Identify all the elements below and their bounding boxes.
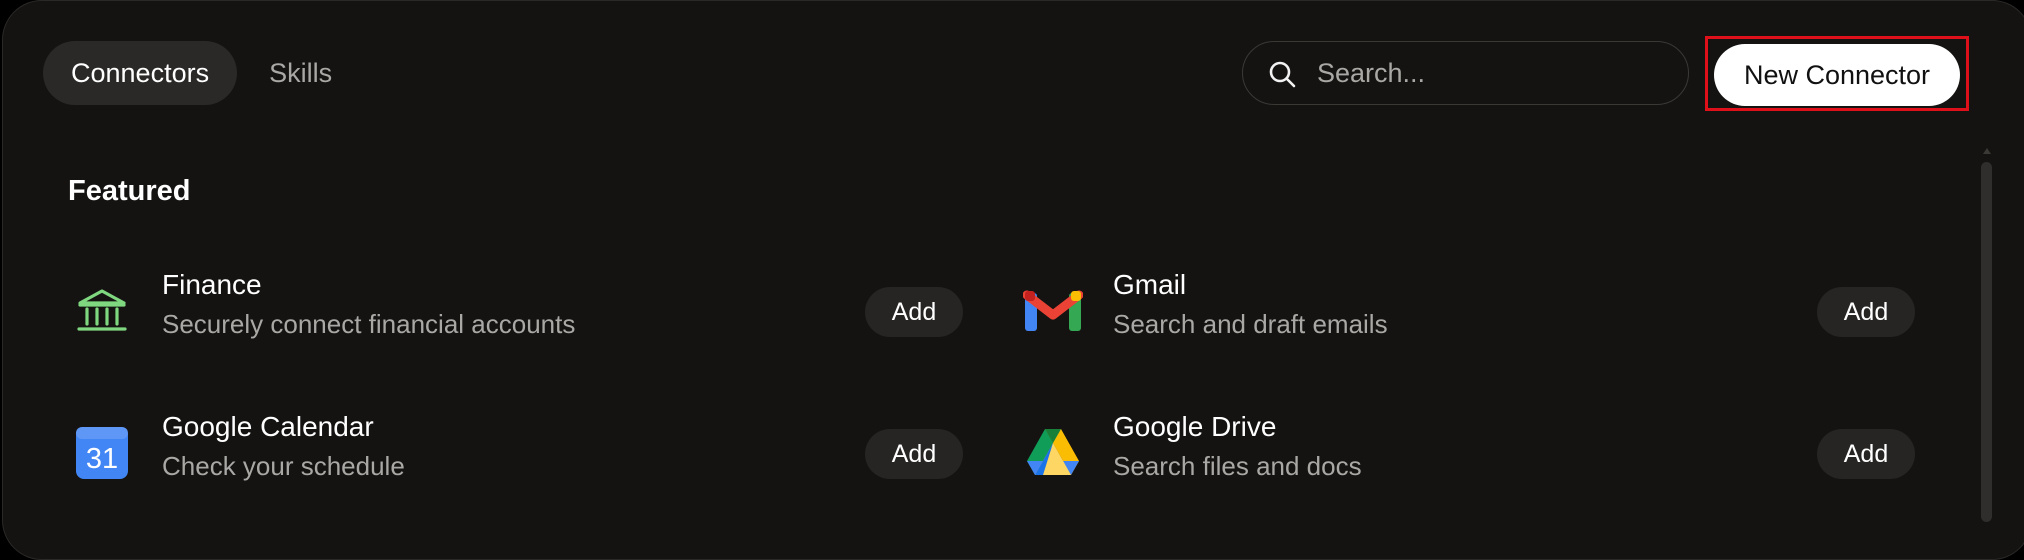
connector-name: Google Drive — [1113, 411, 1277, 442]
search-icon — [1269, 61, 1296, 88]
connector-description: Search files and docs — [1113, 451, 1362, 481]
bank-icon — [77, 289, 127, 331]
search-box[interactable] — [1242, 41, 1689, 105]
scroll-up-arrow-icon[interactable] — [1983, 148, 1991, 154]
connector-description: Securely connect financial accounts — [162, 309, 576, 339]
connector-item-google-drive: Google Drive Search files and docs Add — [1023, 403, 1915, 503]
connectors-panel: Connectors Skills New Connector Featured… — [2, 0, 2024, 560]
connector-description: Search and draft emails — [1113, 309, 1388, 339]
add-gmail-button[interactable]: Add — [1817, 287, 1915, 337]
connector-item-gmail: Gmail Search and draft emails Add — [1023, 261, 1915, 361]
gmail-icon — [1023, 290, 1083, 331]
search-input[interactable] — [1317, 42, 1677, 104]
connector-description: Check your schedule — [162, 451, 405, 481]
new-connector-button[interactable]: New Connector — [1714, 44, 1960, 106]
section-title-featured: Featured — [68, 175, 191, 207]
connector-item-finance: Finance Securely connect financial accou… — [72, 261, 963, 361]
tab-connectors[interactable]: Connectors — [43, 41, 238, 105]
scrollbar-thumb[interactable] — [1981, 162, 1992, 522]
connector-item-google-calendar: 31 Google Calendar Check your schedule A… — [72, 403, 963, 503]
new-connector-highlight: New Connector — [1705, 36, 1969, 111]
add-finance-button[interactable]: Add — [865, 287, 963, 337]
add-google-calendar-button[interactable]: Add — [865, 429, 963, 479]
connector-name: Finance — [162, 269, 262, 300]
connector-name: Gmail — [1113, 269, 1187, 300]
add-google-drive-button[interactable]: Add — [1817, 429, 1915, 479]
tab-skills[interactable]: Skills — [241, 41, 360, 105]
google-calendar-icon: 31 — [76, 427, 128, 479]
google-drive-icon — [1027, 429, 1079, 475]
tab-bar: Connectors Skills — [43, 41, 360, 105]
calendar-day-number: 31 — [86, 443, 118, 475]
connector-name: Google Calendar — [162, 411, 374, 442]
